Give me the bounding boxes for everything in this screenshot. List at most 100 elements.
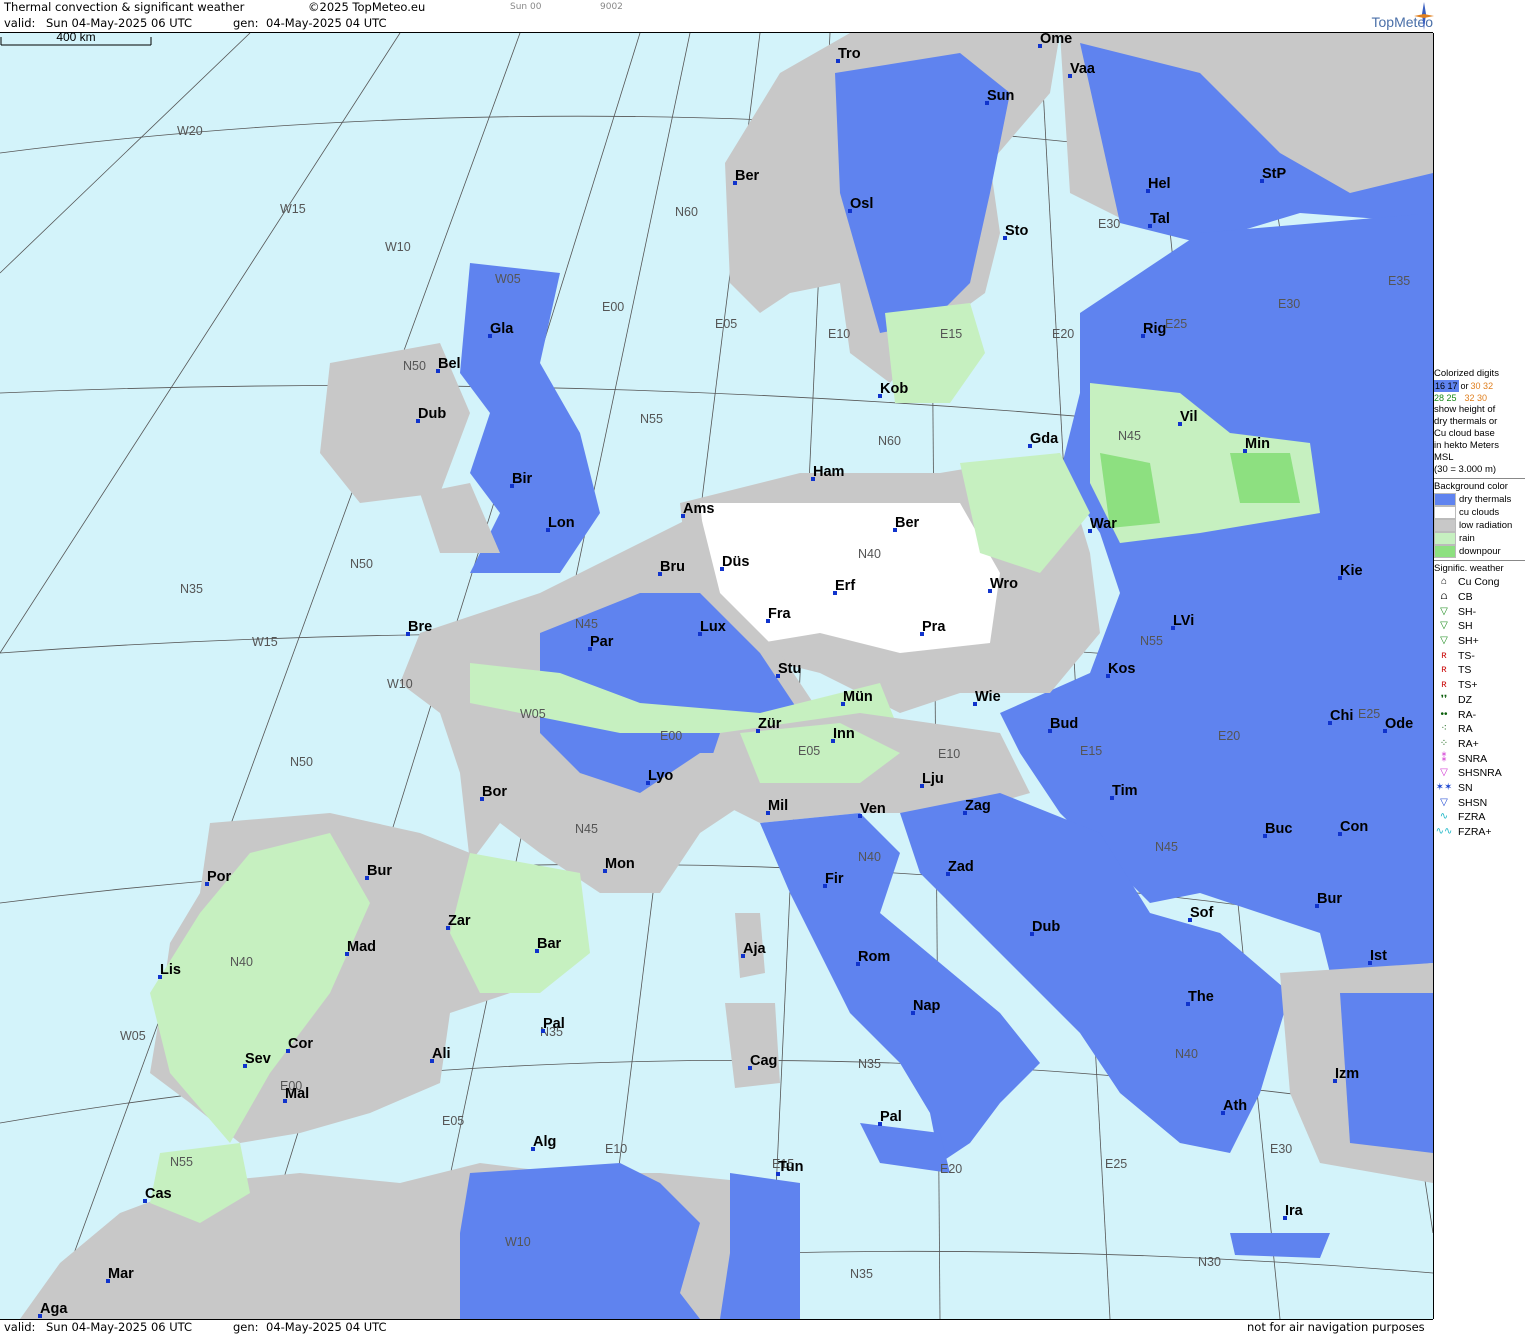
city-label: Mon <box>605 856 635 872</box>
city-label: Ber <box>895 515 920 531</box>
legend-background-title: Background color <box>1434 478 1525 493</box>
scale-bar: 400 km <box>0 33 152 46</box>
header-row-2: valid: Sun 04-May-2025 06 UTC gen: 04-Ma… <box>0 16 1433 33</box>
legend-description-line: dry thermals or <box>1434 416 1498 427</box>
city-label: Pra <box>922 619 946 635</box>
grid-label: N30 <box>1198 1255 1221 1269</box>
city-label: Par <box>590 634 614 650</box>
legend-weather-label: SH <box>1458 620 1473 633</box>
city-label: Ist <box>1370 948 1387 964</box>
shower-light-icon: ▽ <box>1440 605 1448 617</box>
city-label: Cag <box>750 1053 777 1069</box>
city-label: Ira <box>1285 1203 1304 1219</box>
grid-label: E10 <box>938 747 960 761</box>
legend-panel: Colorized digits 16 17 or 30 32 28 25 32… <box>1434 368 1525 839</box>
shower-icon: ▽ <box>1440 620 1448 632</box>
city-label: Bud <box>1050 716 1078 732</box>
map-canvas[interactable]: W20 W15 W10 W05 E00 E05 E10 E15 E20 E25 E30 E35 N60 N… <box>0 33 1433 1319</box>
city-label: Tro <box>838 46 861 62</box>
city-label: Nap <box>913 998 941 1014</box>
city-label: Osl <box>850 196 873 212</box>
legend-weather-label: SHSN <box>1458 796 1488 809</box>
legend-weather-item: ▽ SH- <box>1434 604 1525 619</box>
city-label: Tun <box>778 1159 804 1175</box>
city-label: Aja <box>743 941 767 957</box>
city-label: Dub <box>418 406 446 422</box>
weather-map[interactable]: W20 W15 W10 W05 E00 E05 E10 E15 E20 E25 E30 E35 N60 N… <box>0 33 1434 1319</box>
legend-sample-2: 30 32 <box>1470 381 1494 391</box>
grid-label: E15 <box>940 327 962 341</box>
city-label: Pal <box>543 1016 565 1032</box>
grid-label: E30 <box>1270 1142 1292 1156</box>
city-label: Dub <box>1032 919 1060 935</box>
gen-value: 04-May-2025 04 UTC <box>266 16 387 30</box>
city-label: Lis <box>160 962 181 978</box>
legend-background-item: rain <box>1434 532 1525 545</box>
city-label: Ham <box>813 464 844 480</box>
cb-icon: ⩍ <box>1440 591 1448 603</box>
legend-background-label: rain <box>1459 532 1475 544</box>
legend-description-line: Cu cloud base <box>1434 428 1495 439</box>
thunderstorm-icon: ʀ <box>1441 664 1447 676</box>
grid-label: N45 <box>1155 840 1178 854</box>
legend-weather-item: ʀ TS- <box>1434 648 1525 663</box>
grid-label: N55 <box>170 1155 193 1169</box>
grid-label: W15 <box>252 635 278 649</box>
city-label: Bre <box>408 619 432 635</box>
grid-label: N50 <box>403 359 426 373</box>
grid-label: N40 <box>858 850 881 864</box>
legend-weather-label: Cu Cong <box>1458 576 1500 589</box>
legend-sample-1: 16 17 <box>1434 380 1459 392</box>
grid-label: N45 <box>575 822 598 836</box>
rain-heavy-icon: ⁘ <box>1439 737 1449 749</box>
city-label: Ven <box>860 801 886 817</box>
city-label: Mal <box>285 1086 309 1102</box>
city-label: Zad <box>948 859 974 875</box>
grid-label: N55 <box>640 412 663 426</box>
city-label: Sof <box>1190 905 1214 921</box>
grid-label: E20 <box>1218 729 1240 743</box>
legend-weather-item: ∿∿ FZRA+ <box>1434 825 1525 840</box>
legend-weather-item: ▽ SHSN <box>1434 795 1525 810</box>
legend-weather-item: •• RA- <box>1434 707 1525 722</box>
city-label: Fir <box>825 871 844 887</box>
city-label: Bur <box>1317 891 1342 907</box>
grid-label: N35 <box>180 582 203 596</box>
city-label: Kob <box>880 381 908 397</box>
grid-label: E20 <box>940 1162 962 1176</box>
footer-row: valid: Sun 04-May-2025 06 UTC gen: 04-Ma… <box>0 1319 1433 1336</box>
grid-label: N35 <box>850 1267 873 1281</box>
copyright: ©2025 TopMeteo.eu <box>308 0 426 14</box>
legend-weather-item: ⌂ Cu Cong <box>1434 575 1525 590</box>
city-label: Düs <box>722 554 749 570</box>
city-label: Bel <box>438 356 461 372</box>
grid-label: N45 <box>1118 429 1141 443</box>
grid-label: E00 <box>602 300 624 314</box>
grid-label: E20 <box>1052 327 1074 341</box>
drizzle-icon: ❜❜ <box>1440 693 1448 705</box>
city-label: Lju <box>922 771 944 787</box>
city-label: Sev <box>245 1051 271 1067</box>
city-label: Tim <box>1112 783 1138 799</box>
grid-label: E05 <box>715 317 737 331</box>
legend-weather-label: TS <box>1458 664 1472 677</box>
legend-weather-item: ⁑ SNRA <box>1434 751 1525 766</box>
grid-label: N40 <box>230 955 253 969</box>
legend-weather-item: ⩍ CB <box>1434 590 1525 605</box>
legend-weather-label: FZRA <box>1458 811 1486 824</box>
grid-label: E05 <box>798 744 820 758</box>
city-label: Kie <box>1340 563 1363 579</box>
city-label: Min <box>1245 436 1270 452</box>
legend-colorized-description: show height of dry thermals or Cu cloud ba… <box>1434 404 1525 476</box>
valid-value: Sun 04-May-2025 06 UTC <box>46 16 193 30</box>
grid-label: N60 <box>675 205 698 219</box>
snow-icon: ✶✶ <box>1435 781 1453 793</box>
legend-background-label: downpour <box>1459 545 1501 557</box>
legend-swatch <box>1434 532 1456 545</box>
legend-weather-item: ʀ TS <box>1434 663 1525 678</box>
city-label: Aga <box>40 1301 68 1317</box>
city-label: Bor <box>482 784 507 800</box>
city-label: Buc <box>1265 821 1292 837</box>
thunderstorm-light-icon: ʀ <box>1441 649 1447 661</box>
legend-weather-item: ⁘ RA+ <box>1434 737 1525 752</box>
